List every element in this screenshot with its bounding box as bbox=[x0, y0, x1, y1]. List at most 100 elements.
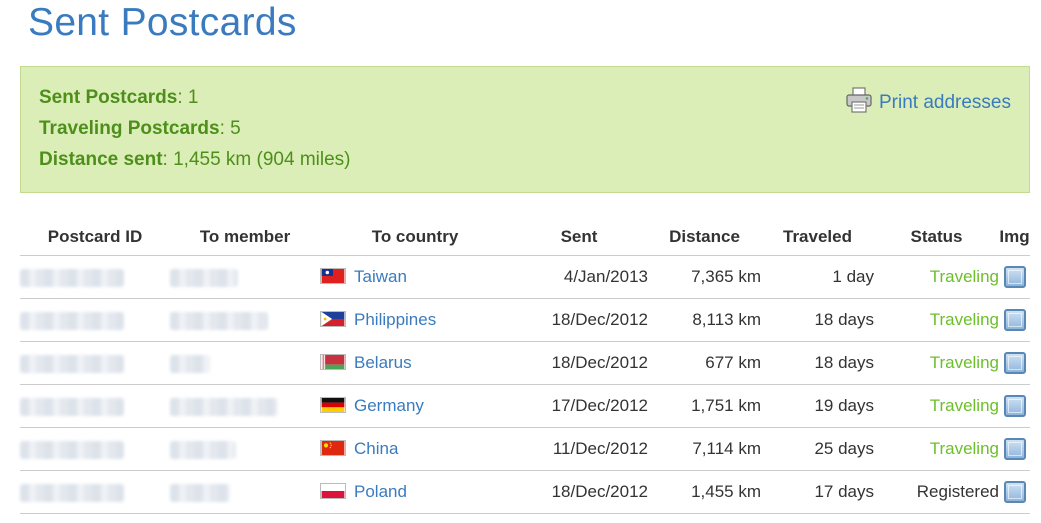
header-img: Img bbox=[999, 218, 1030, 256]
distance-cell: 1,455 km bbox=[648, 470, 761, 514]
printer-icon bbox=[846, 87, 872, 113]
belarus-flag-icon bbox=[320, 354, 346, 370]
status-cell: Traveling bbox=[874, 341, 999, 385]
postcard-image-icon[interactable] bbox=[1003, 352, 1026, 374]
to-member-cell[interactable] bbox=[170, 255, 320, 299]
traveled-cell: 1 day bbox=[761, 255, 874, 299]
postcard-id-cell[interactable] bbox=[20, 298, 170, 342]
blurred-member-name bbox=[170, 440, 236, 459]
header-to-country[interactable]: To country bbox=[320, 218, 510, 256]
sent-date-cell: 4/Jan/2013 bbox=[510, 255, 648, 299]
blurred-member-name bbox=[170, 354, 210, 373]
status-cell: Traveling bbox=[874, 427, 999, 471]
distance-sent-stat: Distance sent: 1,455 km (904 miles) bbox=[39, 149, 351, 171]
to-member-cell[interactable] bbox=[170, 427, 320, 471]
to-member-cell[interactable] bbox=[170, 341, 320, 385]
postcard-image-icon[interactable] bbox=[1003, 395, 1026, 417]
header-traveled[interactable]: Traveled bbox=[761, 218, 874, 256]
sent-date-cell: 18/Dec/2012 bbox=[510, 341, 648, 385]
blurred-postcard-id bbox=[20, 397, 124, 416]
distance-cell: 677 km bbox=[648, 341, 761, 385]
postcard-summary-box: Sent Postcards: 1 Traveling Postcards: 5… bbox=[20, 66, 1030, 193]
country-link[interactable]: Poland bbox=[354, 482, 407, 501]
postcard-id-cell[interactable] bbox=[20, 470, 170, 514]
status-cell: Traveling bbox=[874, 298, 999, 342]
distance-sent-value: : 1,455 km (904 miles) bbox=[162, 149, 351, 170]
table-row: Taiwan 4/Jan/2013 7,365 km 1 day Traveli… bbox=[20, 255, 1030, 299]
img-cell bbox=[999, 341, 1030, 385]
img-cell bbox=[999, 427, 1030, 471]
postcard-id-cell[interactable] bbox=[20, 384, 170, 428]
distance-sent-label: Distance sent bbox=[39, 149, 163, 170]
to-country-cell: Philippines bbox=[320, 298, 510, 342]
poland-flag-icon bbox=[320, 483, 346, 499]
table-row: Poland 18/Dec/2012 1,455 km 17 days Regi… bbox=[20, 470, 1030, 514]
taiwan-flag-icon bbox=[320, 268, 346, 284]
traveled-cell: 19 days bbox=[761, 384, 874, 428]
print-addresses-link[interactable]: Print addresses bbox=[845, 86, 1011, 114]
sent-postcards-stat: Sent Postcards: 1 bbox=[39, 87, 198, 109]
sent-date-cell: 18/Dec/2012 bbox=[510, 298, 648, 342]
distance-cell: 8,113 km bbox=[648, 298, 761, 342]
traveled-cell: 18 days bbox=[761, 298, 874, 342]
status-cell: Traveling bbox=[874, 255, 999, 299]
header-postcard-id[interactable]: Postcard ID bbox=[20, 218, 170, 256]
to-country-cell: Poland bbox=[320, 470, 510, 514]
table-header-row: Postcard ID To member To country Sent Di… bbox=[20, 218, 1030, 256]
postcard-id-cell[interactable] bbox=[20, 427, 170, 471]
blurred-member-name bbox=[170, 483, 230, 502]
postcard-image-icon[interactable] bbox=[1003, 266, 1026, 288]
sent-date-cell: 17/Dec/2012 bbox=[510, 384, 648, 428]
postcard-image-icon[interactable] bbox=[1003, 309, 1026, 331]
header-sent[interactable]: Sent bbox=[510, 218, 648, 256]
img-cell bbox=[999, 298, 1030, 342]
distance-cell: 1,751 km bbox=[648, 384, 761, 428]
traveled-cell: 18 days bbox=[761, 341, 874, 385]
table-row: Belarus 18/Dec/2012 677 km 18 days Trave… bbox=[20, 341, 1030, 385]
postcard-id-cell[interactable] bbox=[20, 341, 170, 385]
header-status[interactable]: Status bbox=[874, 218, 999, 256]
country-link[interactable]: Belarus bbox=[354, 353, 412, 372]
country-link[interactable]: China bbox=[354, 439, 398, 458]
header-distance[interactable]: Distance bbox=[648, 218, 761, 256]
germany-flag-icon bbox=[320, 397, 346, 413]
to-member-cell[interactable] bbox=[170, 470, 320, 514]
print-addresses-label: Print addresses bbox=[878, 92, 1011, 113]
img-cell bbox=[999, 255, 1030, 299]
blurred-postcard-id bbox=[20, 440, 124, 459]
traveled-cell: 17 days bbox=[761, 470, 874, 514]
postcard-image-icon[interactable] bbox=[1003, 481, 1026, 503]
distance-cell: 7,114 km bbox=[648, 427, 761, 471]
to-member-cell[interactable] bbox=[170, 298, 320, 342]
china-flag-icon bbox=[320, 440, 346, 456]
header-to-member[interactable]: To member bbox=[170, 218, 320, 256]
country-link[interactable]: Taiwan bbox=[354, 267, 407, 286]
to-country-cell: Taiwan bbox=[320, 255, 510, 299]
blurred-member-name bbox=[170, 311, 268, 330]
sent-postcards-label: Sent Postcards bbox=[39, 87, 178, 108]
img-cell bbox=[999, 384, 1030, 428]
postcard-id-cell[interactable] bbox=[20, 255, 170, 299]
blurred-member-name bbox=[170, 397, 278, 416]
to-member-cell[interactable] bbox=[170, 384, 320, 428]
to-country-cell: China bbox=[320, 427, 510, 471]
img-cell bbox=[999, 470, 1030, 514]
blurred-postcard-id bbox=[20, 483, 124, 502]
blurred-postcard-id bbox=[20, 311, 124, 330]
sent-date-cell: 18/Dec/2012 bbox=[510, 470, 648, 514]
traveling-postcards-label: Traveling Postcards bbox=[39, 118, 220, 139]
page-title: Sent Postcards bbox=[28, 1, 297, 44]
sent-postcards-value: : 1 bbox=[177, 87, 199, 108]
traveling-postcards-stat: Traveling Postcards: 5 bbox=[39, 118, 241, 140]
to-country-cell: Germany bbox=[320, 384, 510, 428]
status-cell: Registered bbox=[874, 470, 999, 514]
traveling-postcards-value: : 5 bbox=[219, 118, 241, 139]
philippines-flag-icon bbox=[320, 311, 346, 327]
sent-postcards-table: Postcard ID To member To country Sent Di… bbox=[20, 218, 1030, 514]
sent-date-cell: 11/Dec/2012 bbox=[510, 427, 648, 471]
blurred-member-name bbox=[170, 268, 238, 287]
blurred-postcard-id bbox=[20, 354, 124, 373]
country-link[interactable]: Philippines bbox=[354, 310, 436, 329]
country-link[interactable]: Germany bbox=[354, 396, 424, 415]
postcard-image-icon[interactable] bbox=[1003, 438, 1026, 460]
